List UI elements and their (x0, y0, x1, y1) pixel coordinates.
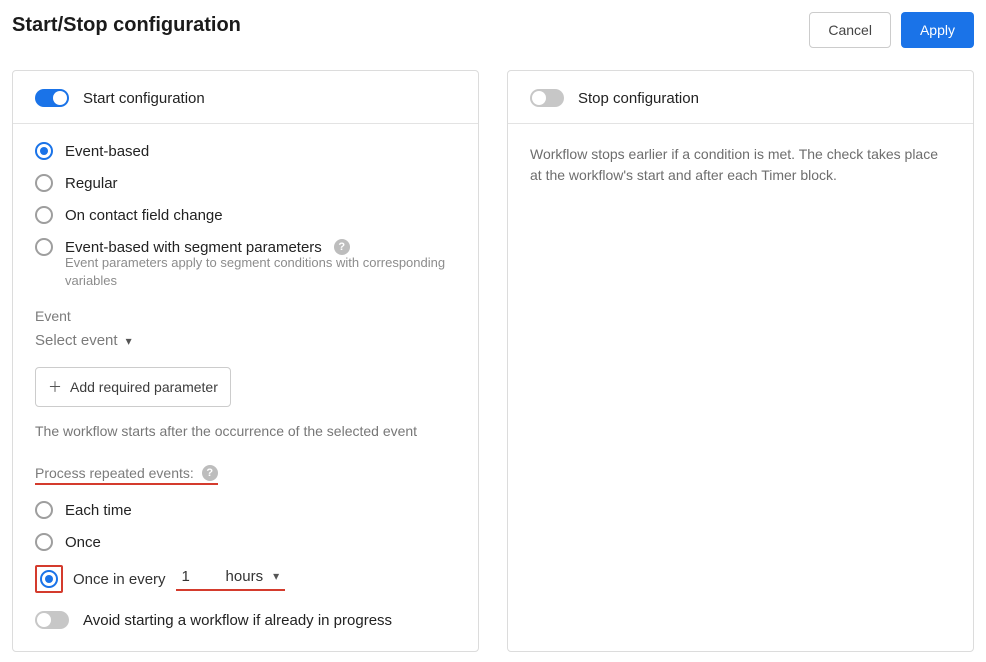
add-required-parameter-button[interactable]: ＋ Add required parameter (35, 367, 231, 407)
cancel-button[interactable]: Cancel (809, 12, 891, 48)
once-every-fields: hours ▾ (176, 568, 286, 591)
radio-icon (35, 501, 53, 519)
start-type-field-change[interactable]: On contact field change (35, 206, 456, 224)
radio-label: Each time (65, 502, 132, 519)
radio-label: On contact field change (65, 207, 223, 224)
repeat-each-time[interactable]: Each time (35, 501, 456, 519)
apply-button[interactable]: Apply (901, 12, 974, 48)
once-every-unit-select[interactable]: hours ▾ (226, 568, 284, 585)
chevron-down-icon: ▾ (126, 334, 132, 348)
avoid-start-label: Avoid starting a workflow if already in … (83, 612, 392, 629)
radio-icon (35, 174, 53, 192)
stop-config-description: Workflow stops earlier if a condition is… (530, 144, 951, 186)
stop-config-toggle-label: Stop configuration (578, 90, 699, 107)
radio-label: Once (65, 534, 101, 551)
stop-config-panel: Stop configuration Workflow stops earlie… (507, 70, 974, 652)
event-segment-help-text: Event parameters apply to segment condit… (65, 254, 456, 290)
radio-icon (35, 238, 53, 256)
chevron-down-icon: ▾ (273, 569, 279, 583)
header-actions: Cancel Apply (809, 12, 974, 48)
help-icon[interactable]: ? (202, 465, 218, 481)
start-info-text: The workflow starts after the occurrence… (35, 423, 456, 439)
help-icon[interactable]: ? (334, 239, 350, 255)
radio-label: Event-based with segment parameters (65, 239, 322, 256)
page-title: Start/Stop configuration (12, 14, 241, 37)
stop-config-toggle[interactable] (530, 89, 564, 107)
plus-icon: ＋ (48, 377, 62, 397)
event-select[interactable]: Select event ▾ (35, 332, 456, 349)
radio-label: Event-based (65, 143, 149, 160)
once-every-value-input[interactable] (182, 568, 222, 585)
stop-config-header: Stop configuration (508, 71, 973, 124)
repeat-events-label-row: Process repeated events: ? (35, 465, 456, 485)
radio-icon (35, 533, 53, 551)
repeat-once-in-every-row: Once in every hours ▾ (35, 565, 456, 593)
highlight-box (35, 565, 63, 593)
event-select-placeholder: Select event (35, 332, 118, 349)
radio-label: Regular (65, 175, 118, 192)
radio-icon[interactable] (40, 570, 58, 588)
add-param-label: Add required parameter (70, 379, 218, 395)
avoid-start-row: Avoid starting a workflow if already in … (35, 611, 456, 629)
radio-icon (35, 206, 53, 224)
config-columns: Start configuration Event-based Regular … (12, 70, 974, 652)
start-config-panel: Start configuration Event-based Regular … (12, 70, 479, 652)
event-section-label: Event (35, 308, 456, 324)
start-config-toggle[interactable] (35, 89, 69, 107)
repeat-once[interactable]: Once (35, 533, 456, 551)
radio-icon (35, 142, 53, 160)
start-config-toggle-label: Start configuration (83, 90, 205, 107)
start-config-body: Event-based Regular On contact field cha… (13, 124, 478, 651)
start-type-regular[interactable]: Regular (35, 174, 456, 192)
once-every-unit-label: hours (226, 568, 264, 585)
start-type-event-based[interactable]: Event-based (35, 142, 456, 160)
start-config-header: Start configuration (13, 71, 478, 124)
page-header: Start/Stop configuration Cancel Apply (12, 12, 974, 48)
stop-config-body: Workflow stops earlier if a condition is… (508, 124, 973, 210)
once-every-prefix: Once in every (73, 571, 166, 588)
repeat-events-label: Process repeated events: (35, 465, 194, 481)
avoid-start-toggle[interactable] (35, 611, 69, 629)
